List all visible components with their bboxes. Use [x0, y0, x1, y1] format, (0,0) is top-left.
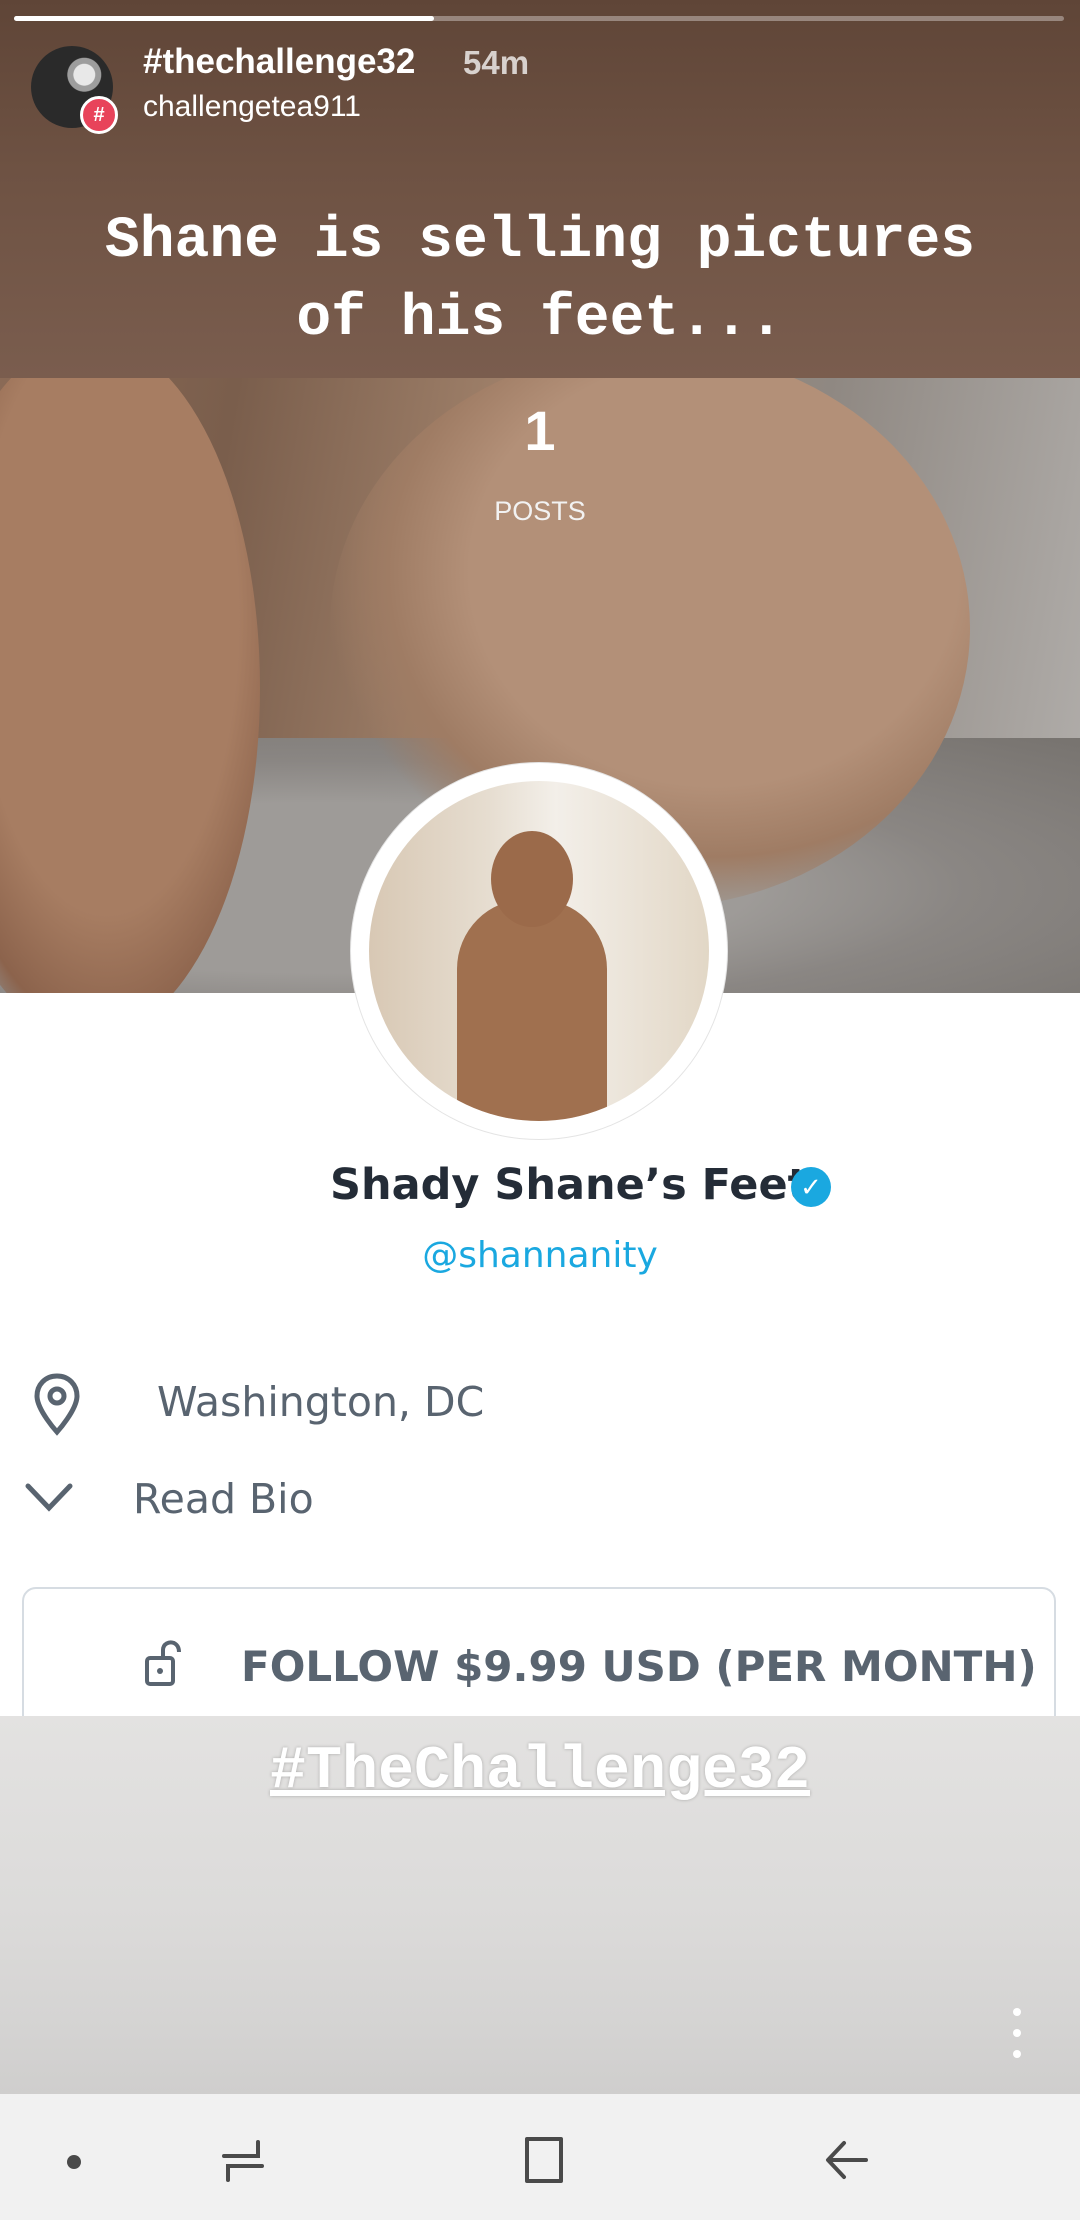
location-text: Washington, DC [157, 1378, 485, 1426]
profile-avatar[interactable] [351, 763, 727, 1139]
story-timestamp: 54m [463, 44, 530, 81]
caption-line-1: Shane is selling pictures [104, 209, 976, 274]
hashtag-badge-icon: # [80, 96, 118, 134]
story-progress-bar [14, 16, 1064, 21]
home-icon[interactable] [519, 2135, 569, 2185]
avatar-figure-body [457, 899, 607, 1121]
cover-leg [0, 378, 260, 993]
unlock-icon [145, 1640, 181, 1686]
chevron-down-icon[interactable] [24, 1480, 74, 1514]
follow-button-label[interactable]: FOLLOW $9.99 USD (PER MONTH) [241, 1642, 1037, 1691]
system-navigation-bar [0, 2094, 1080, 2220]
profile-name: Shady Shane’s Feet [330, 1160, 809, 1210]
more-vertical-icon[interactable] [1005, 2008, 1029, 2058]
verified-badge-icon: ✓ [791, 1167, 831, 1207]
caption-line-2: of his feet... [296, 287, 784, 352]
recent-apps-icon[interactable] [218, 2138, 268, 2184]
more-dot [1013, 2008, 1021, 2016]
posts-label: POSTS [494, 496, 586, 526]
story-hashtag-title[interactable]: #thechallenge32 [143, 42, 415, 82]
profile-avatar-photo [369, 781, 709, 1121]
back-icon[interactable] [822, 2137, 872, 2183]
avatar-figure-head [491, 831, 573, 927]
profile-handle[interactable]: @shannanity [0, 1235, 1080, 1276]
read-bio-link[interactable]: Read Bio [133, 1475, 314, 1523]
more-dot [1013, 2050, 1021, 2058]
story-caption: Shane is selling pictures of his feet... [0, 203, 1080, 359]
more-dot [1013, 2029, 1021, 2037]
story-hashtag-sticker[interactable]: #TheChallenge32 [0, 1738, 1080, 1806]
dot-icon[interactable] [67, 2155, 81, 2169]
story-username[interactable]: challengetea911 [143, 90, 361, 124]
posts-count: 1 [524, 399, 556, 462]
story-progress-fill [14, 16, 434, 21]
location-pin-icon [34, 1373, 80, 1436]
